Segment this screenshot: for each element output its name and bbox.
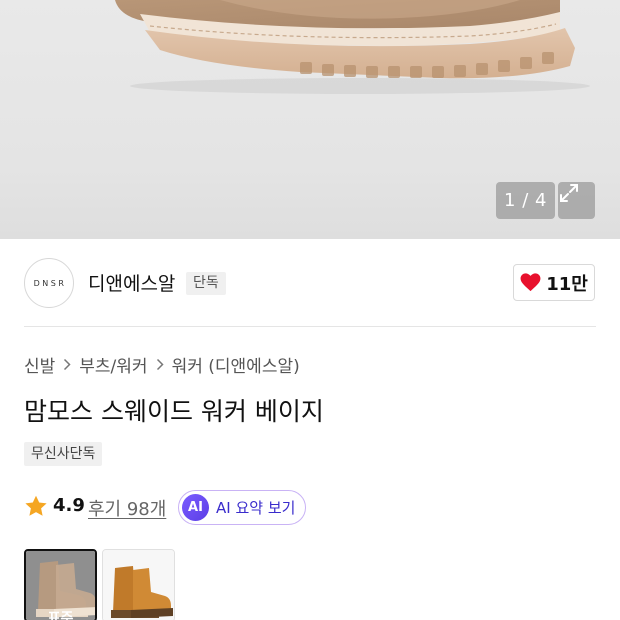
brand-logo[interactable]: DNSR [24,258,74,308]
variant-thumbnail[interactable] [102,549,175,620]
brand-logo-text: DNSR [33,278,67,288]
chevron-right-icon [156,358,164,371]
expand-button[interactable] [558,182,595,219]
brand-name-link[interactable]: 디앤에스알 [88,269,175,296]
ai-summary-label: AI 요약 보기 [216,499,296,517]
store-exclusive-badge: 무신사단독 [24,442,103,466]
ai-summary-button[interactable]: AI AI 요약 보기 [178,490,306,525]
image-counter: 1 / 4 [496,182,555,219]
like-button[interactable]: 11만 [513,264,595,301]
breadcrumb: 신발 부츠/워커 워커 (디앤에스알) [24,352,300,377]
product-image-gallery[interactable]: 1 / 4 [0,0,620,239]
tan-boot-thumbnail [103,550,174,620]
heart-icon [520,273,541,292]
rating-score: 4.9 [53,495,85,516]
chevron-right-icon [63,358,71,371]
product-title: 맘모스 스웨이드 워커 베이지 [24,397,324,426]
expand-icon [560,184,578,202]
breadcrumb-item[interactable]: 워커 (디앤에스알) [172,352,300,377]
variant-thumbnail-selected[interactable]: 표준 [24,549,97,620]
divider [24,326,596,327]
breadcrumb-item[interactable]: 부츠/워커 [79,352,147,377]
like-count: 11만 [546,273,588,295]
breadcrumb-item[interactable]: 신발 [24,352,55,377]
ai-icon: AI [182,494,209,521]
star-icon [25,495,47,516]
review-count-link[interactable]: 후기 98개 [88,495,166,521]
variant-label: 표준 [47,611,74,620]
exclusive-badge: 단독 [186,272,226,295]
